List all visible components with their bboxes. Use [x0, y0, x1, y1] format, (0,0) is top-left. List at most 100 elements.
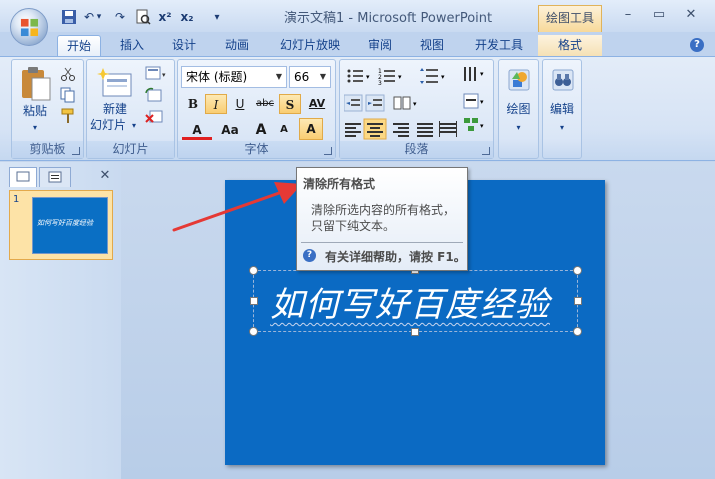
clipboard-group: 粘贴 ▾ 剪贴板	[11, 59, 84, 159]
grow-font-button[interactable]: A	[250, 120, 272, 140]
decrease-indent-icon	[343, 94, 363, 112]
redo-icon[interactable]: ↷	[111, 9, 129, 26]
tooltip-line1: 清除所选内容的所有格式，	[311, 203, 456, 217]
delete-slide-icon[interactable]	[145, 108, 163, 124]
tab-animations[interactable]: 动画	[217, 35, 257, 56]
window-title: 演示文稿1 - Microsoft PowerPoint	[284, 11, 493, 26]
maximize-button[interactable]: ▭	[648, 6, 670, 24]
editing-button[interactable]: 编辑	[543, 102, 581, 117]
align-right-icon	[393, 123, 409, 137]
align-center-icon	[363, 118, 387, 140]
resize-handle-left[interactable]	[250, 297, 258, 305]
minimize-button[interactable]: –	[617, 6, 639, 24]
paste-button[interactable]: 粘贴	[16, 104, 54, 119]
font-name-combo[interactable]: 宋体 (标题) ▼	[181, 66, 287, 88]
text-shadow-button[interactable]: S	[279, 94, 301, 114]
new-slide-dropdown-icon[interactable]: ▾	[129, 118, 139, 133]
slides-group-label: 幻灯片	[87, 141, 174, 158]
tab-review[interactable]: 审阅	[360, 35, 400, 56]
resize-handle-right[interactable]	[574, 297, 582, 305]
drawing-dropdown-icon[interactable]: ▾	[499, 120, 538, 135]
ribbon-tab-row	[0, 32, 715, 56]
undo-dropdown-icon[interactable]: ▾	[94, 9, 104, 26]
resize-handle-bottom-right[interactable]	[573, 327, 582, 336]
paragraph-dialog-launcher-icon[interactable]	[482, 147, 490, 155]
reset-slide-icon[interactable]	[145, 87, 163, 103]
svg-text:▾: ▾	[398, 73, 402, 81]
tab-design[interactable]: 设计	[164, 35, 204, 56]
tab-home[interactable]: 开始	[57, 35, 101, 56]
new-slide-label-line2[interactable]: 幻灯片	[87, 118, 129, 133]
font-name-value: 宋体 (标题)	[186, 70, 248, 84]
customize-toolbar-icon[interactable]: ▾	[208, 9, 226, 26]
tab-view[interactable]: 视图	[412, 35, 452, 56]
help-icon[interactable]: ?	[690, 38, 704, 52]
resize-handle-bottom[interactable]	[411, 328, 419, 336]
increase-indent-icon	[365, 94, 385, 112]
subscript-icon[interactable]: x₂	[178, 9, 196, 26]
numbering-icon: 123▾	[378, 68, 402, 87]
binoculars-icon[interactable]	[549, 66, 577, 94]
resize-handle-top-right[interactable]	[573, 266, 582, 275]
tooltip-divider	[301, 242, 463, 243]
font-name-dropdown-icon[interactable]: ▼	[272, 67, 286, 87]
font-color-button[interactable]: A	[182, 120, 212, 140]
tooltip-description: 清除所选内容的所有格式， 只留下纯文本。	[311, 202, 461, 234]
print-preview-icon[interactable]	[134, 9, 152, 26]
tab-format[interactable]: 格式	[538, 35, 602, 56]
resize-handle-bottom-left[interactable]	[249, 327, 258, 336]
editing-dropdown-icon[interactable]: ▾	[543, 120, 581, 135]
paragraph-group: ▾ 1 2 3 ▾ ▾ ▾ ▾ ▾ ▾ 段落	[339, 59, 494, 159]
clipboard-dialog-launcher-icon[interactable]	[72, 147, 80, 155]
superscript-icon[interactable]: x²	[156, 9, 174, 26]
text-direction-buttons[interactable]: ▾ ▾ ▾	[462, 64, 490, 142]
font-dialog-launcher-icon[interactable]	[324, 147, 332, 155]
align-left-icon	[345, 123, 361, 137]
copy-icon[interactable]	[60, 87, 76, 103]
resize-handle-top-left[interactable]	[249, 266, 258, 275]
close-button[interactable]: ✕	[680, 6, 702, 24]
cut-icon[interactable]	[60, 66, 76, 82]
italic-button[interactable]: I	[205, 94, 227, 114]
font-size-combo[interactable]: 66 ▼	[289, 66, 331, 88]
underline-button[interactable]: U	[229, 94, 251, 114]
slide-title-text[interactable]: 如何写好百度经验	[270, 277, 550, 326]
save-icon[interactable]	[60, 9, 78, 26]
alignment-buttons-row	[344, 118, 459, 140]
paste-dropdown-icon[interactable]: ▾	[16, 120, 54, 135]
outline-tab[interactable]	[39, 167, 71, 187]
new-slide-icon[interactable]	[97, 68, 133, 98]
font-size-value: 66	[294, 70, 310, 84]
format-painter-icon[interactable]	[60, 108, 76, 124]
clear-formatting-button[interactable]: A	[299, 118, 323, 140]
slides-tab[interactable]	[9, 167, 37, 187]
slides-group: 新建 幻灯片 ▾ ▾ 幻灯片	[86, 59, 175, 159]
change-case-button[interactable]: Aa	[215, 120, 245, 140]
drawing-button[interactable]: 绘图	[499, 102, 538, 117]
font-size-dropdown-icon[interactable]: ▼	[316, 67, 330, 87]
layout-icon[interactable]: ▾	[145, 66, 167, 82]
tab-developer[interactable]: 开发工具	[470, 35, 528, 56]
font-group: 宋体 (标题) ▼ 66 ▼ B I U abc S AV A Aa A A A…	[177, 59, 336, 159]
close-pane-icon[interactable]: ✕	[97, 168, 113, 184]
distributed-icon	[439, 121, 457, 137]
tab-slide-show[interactable]: 幻灯片放映	[274, 35, 346, 56]
bold-button[interactable]: B	[182, 94, 204, 114]
character-spacing-button[interactable]: AV	[303, 94, 331, 114]
svg-text:3: 3	[378, 80, 382, 86]
strikethrough-button[interactable]: abc	[252, 94, 278, 114]
align-text-icon: ▾	[463, 93, 484, 109]
slide-thumbnail-1[interactable]: 1 如何写好百度经验	[9, 190, 113, 260]
paste-icon[interactable]	[18, 66, 52, 102]
editing-group: 编辑 ▾	[542, 59, 582, 159]
tab-insert[interactable]: 插入	[112, 35, 152, 56]
font-group-label: 字体	[178, 141, 335, 158]
new-slide-label-line1[interactable]: 新建	[91, 102, 139, 117]
office-button[interactable]	[10, 8, 48, 46]
help-icon-small: ?	[303, 249, 316, 262]
drawing-group: 绘图 ▾	[498, 59, 539, 159]
drawing-icon[interactable]	[505, 66, 533, 94]
justify-icon	[417, 123, 433, 137]
slide-number: 1	[13, 194, 20, 205]
shrink-font-button[interactable]: A	[273, 120, 295, 140]
